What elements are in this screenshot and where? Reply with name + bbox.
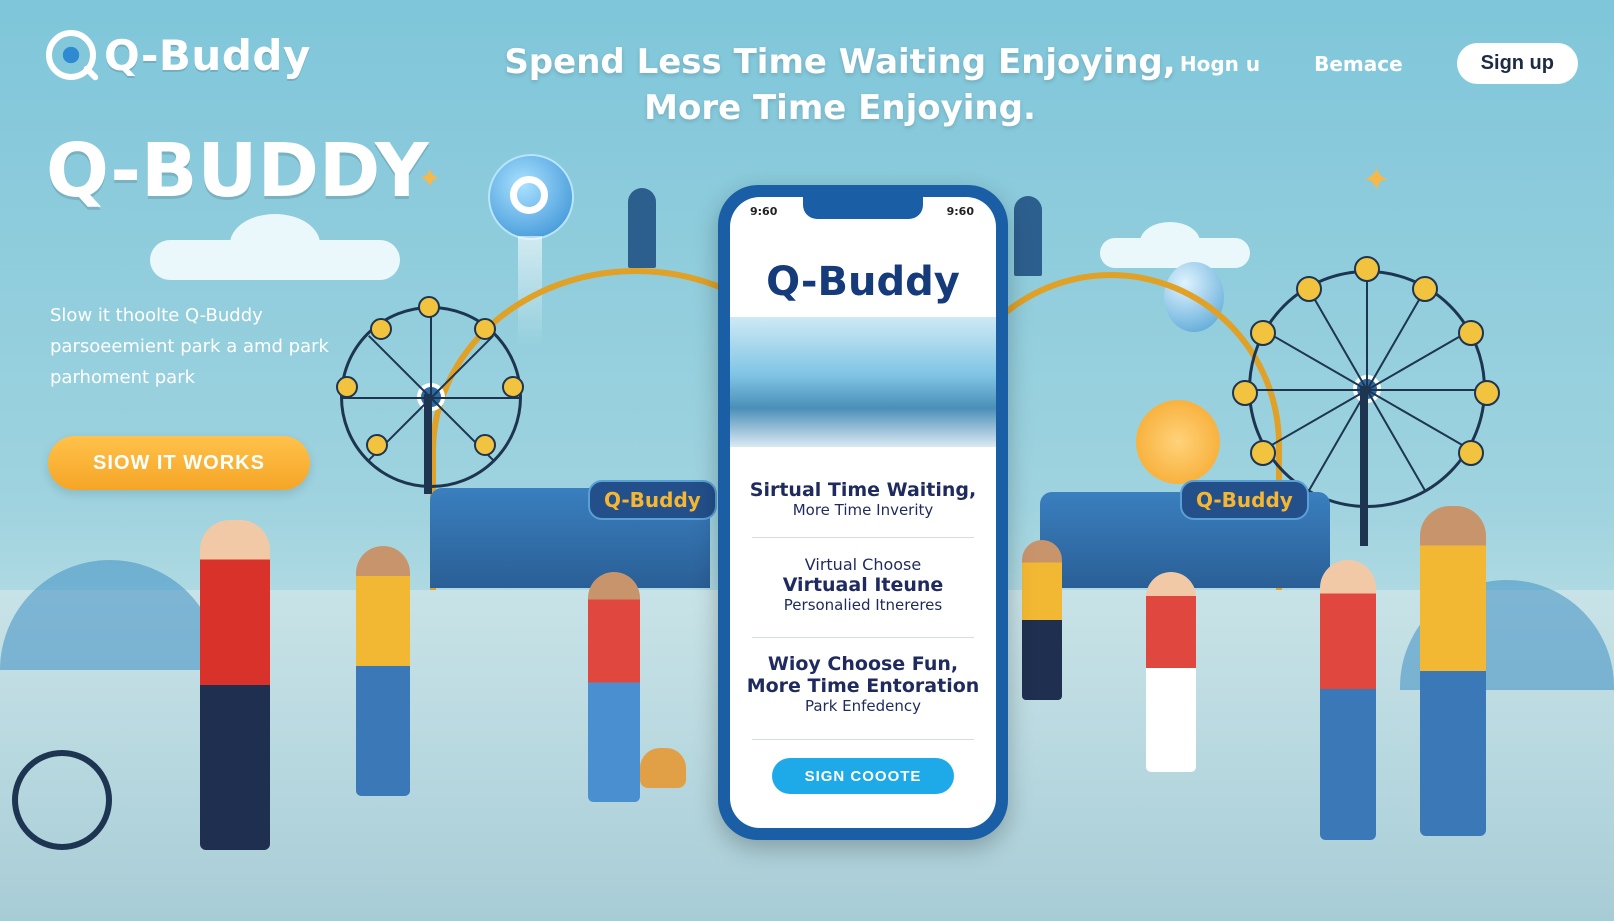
booth-sign-left: Q-Buddy bbox=[588, 480, 717, 520]
booth-sign-right: Q-Buddy bbox=[1180, 480, 1309, 520]
person-figure bbox=[356, 546, 410, 796]
coaster-tower bbox=[628, 188, 656, 268]
feature-subtitle: More Time Inverity bbox=[792, 501, 934, 519]
headline-line-2: More Time Enjoying. bbox=[644, 87, 1036, 128]
person-figure bbox=[1320, 560, 1376, 840]
phone-mockup: 9:60 9:60 Q-Buddy Sirtual Time Waiting, … bbox=[718, 185, 1008, 840]
phone-hero-image bbox=[730, 317, 996, 447]
header-logo[interactable]: Q-Buddy bbox=[46, 30, 311, 80]
headline-line-1: Spend Less Time Waiting Enjoying, bbox=[504, 42, 1176, 82]
hero-description-line: parsoeemient park a amd park bbox=[50, 336, 329, 357]
hero-title: Q-BUDDY bbox=[46, 128, 429, 214]
magnifier-logo-icon bbox=[46, 30, 96, 80]
ferris-wheel-stand bbox=[424, 394, 432, 494]
coaster-tower bbox=[1014, 196, 1042, 276]
wheel-cab bbox=[474, 434, 496, 456]
feature-title: Wioy Choose Fun, bbox=[767, 653, 959, 675]
person-figure bbox=[1022, 540, 1062, 700]
person-figure bbox=[1146, 572, 1196, 772]
wheel-cab bbox=[418, 296, 440, 318]
feature-title-2: Virtuaal Iteune bbox=[782, 574, 944, 596]
top-nav: Hogn u Bemace Sign up bbox=[1180, 43, 1578, 84]
wheel-cab bbox=[370, 318, 392, 340]
wheel-cab bbox=[474, 318, 496, 340]
hero-description: Slow it thoolte Q-Buddy parsoeemient par… bbox=[50, 300, 350, 393]
sparkle-icon: ✦ bbox=[1362, 160, 1391, 200]
ferris-wheel-stand bbox=[1360, 386, 1368, 546]
feature-subtitle: Park Enfedency bbox=[804, 697, 922, 715]
phone-feature-1: Sirtual Time Waiting, More Time Inverity bbox=[742, 479, 984, 519]
phone-logo: Q-Buddy bbox=[766, 259, 960, 305]
wheel-cab bbox=[1296, 276, 1322, 302]
cloud bbox=[1140, 222, 1200, 262]
sign-up-button[interactable]: Sign up bbox=[1456, 43, 1578, 84]
phone-screen: 9:60 9:60 Q-Buddy Sirtual Time Waiting, … bbox=[730, 197, 996, 828]
wheel-cab bbox=[1474, 380, 1500, 406]
feature-title: Sirtual Time Waiting, bbox=[749, 479, 977, 501]
wheel-cab bbox=[1232, 380, 1258, 406]
wheel-cab bbox=[1250, 440, 1276, 466]
divider bbox=[752, 739, 974, 740]
wheel-cab bbox=[1412, 276, 1438, 302]
nav-link-2[interactable]: Bemace bbox=[1314, 52, 1403, 76]
wheel-cab bbox=[366, 434, 388, 456]
phone-feature-3: Wioy Choose Fun, More Time Entoration Pa… bbox=[742, 653, 984, 715]
headline: Spend Less Time Waiting Enjoying, More T… bbox=[500, 40, 1180, 132]
sun-icon bbox=[1136, 400, 1220, 484]
feature-subtitle: Personalied Itnereres bbox=[783, 596, 943, 614]
nav-link-1[interactable]: Hogn u bbox=[1180, 52, 1260, 76]
balloon-ring-icon bbox=[510, 176, 548, 214]
wheel-cab bbox=[1458, 320, 1484, 346]
feature-title-2: More Time Entoration bbox=[746, 675, 980, 697]
how-it-works-button[interactable]: SIOW IT WORKS bbox=[48, 436, 310, 490]
hero-description-line: parhoment park bbox=[50, 367, 196, 388]
feature-title: Virtual Choose bbox=[804, 555, 922, 574]
status-time-left: 9:60 bbox=[750, 205, 778, 218]
status-time-right: 9:60 bbox=[946, 205, 974, 218]
logo-text: Q-Buddy bbox=[104, 30, 311, 80]
divider bbox=[752, 637, 974, 638]
person-figure bbox=[200, 520, 270, 850]
wheel-cab bbox=[1458, 440, 1484, 466]
hero-description-line: Slow it thoolte Q-Buddy bbox=[50, 305, 263, 326]
dog-icon bbox=[640, 748, 686, 788]
wheel-cab bbox=[502, 376, 524, 398]
phone-sign-button[interactable]: SIGN COOOTE bbox=[772, 758, 954, 794]
wheelchair-icon bbox=[12, 750, 112, 850]
divider bbox=[752, 537, 974, 538]
person-figure bbox=[1420, 506, 1486, 836]
cloud bbox=[230, 214, 320, 274]
wheel-cab bbox=[1354, 256, 1380, 282]
wheel-cab bbox=[1250, 320, 1276, 346]
bush bbox=[0, 560, 220, 670]
person-figure bbox=[588, 572, 640, 802]
phone-notch bbox=[803, 197, 923, 219]
phone-feature-2: Virtual Choose Virtuaal Iteune Personali… bbox=[742, 555, 984, 614]
